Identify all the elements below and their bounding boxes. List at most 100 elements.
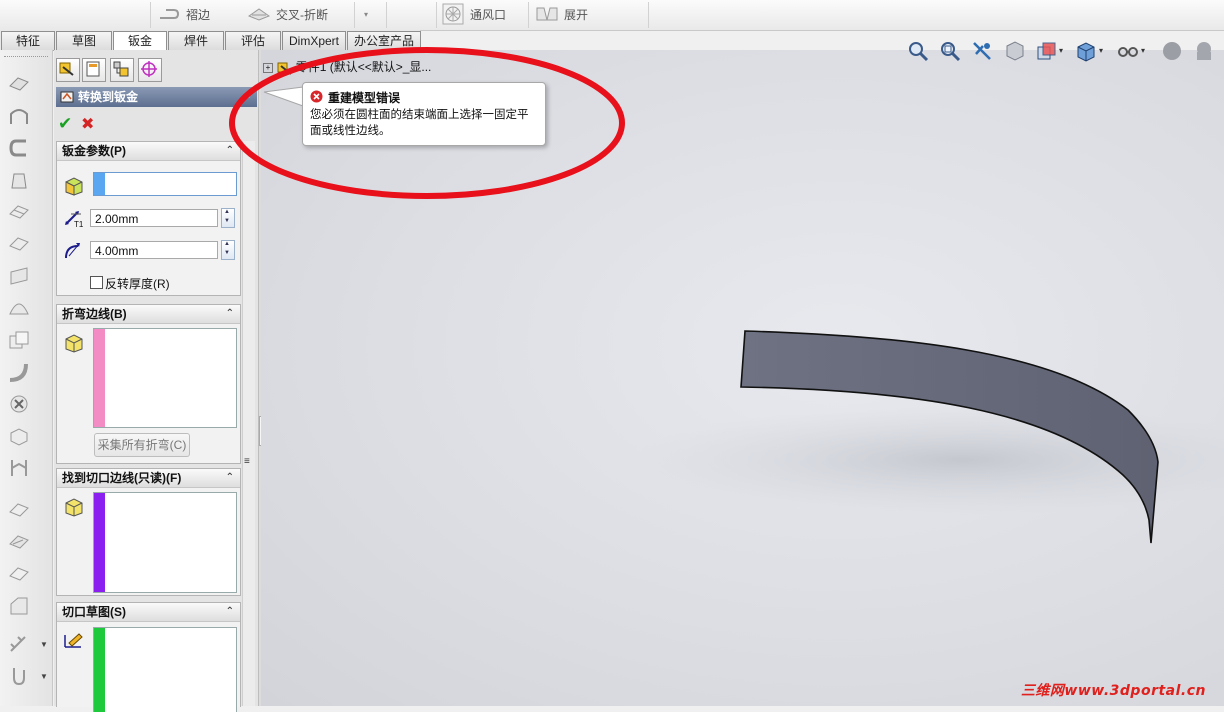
panel-scrollbar[interactable] [242, 141, 255, 706]
break-corner-icon[interactable] [8, 500, 30, 520]
cross-break-button[interactable]: 交叉-折断 [248, 4, 328, 24]
thickness-input[interactable]: 2.00mm [90, 209, 218, 227]
hide-show-items-icon[interactable] [1117, 40, 1139, 62]
property-manager-title: 转换到钣金 ▾ [56, 87, 257, 107]
unfold-button[interactable]: 展开 [536, 4, 588, 24]
command-toolbar: 褶边 交叉-折断 ▾ 通风口 展开 [0, 0, 1224, 31]
toolbar-separator [648, 2, 649, 28]
rip-edges-list[interactable] [93, 492, 237, 593]
welded-corner-icon[interactable] [8, 564, 30, 584]
configuration-manager-tab[interactable] [110, 58, 134, 82]
collapse-icon[interactable]: ⌃ [226, 469, 234, 487]
jog-icon[interactable] [8, 234, 30, 254]
feature-manager-tab[interactable] [56, 58, 80, 82]
convert-solid-icon[interactable] [8, 330, 30, 350]
lofted-bend-icon[interactable] [8, 170, 30, 190]
toolbar-separator [528, 2, 529, 28]
miter-flange-icon[interactable] [8, 106, 30, 126]
previous-view-icon[interactable] [971, 40, 993, 62]
no-bends-icon[interactable] [8, 394, 30, 414]
tab-sheet-metal[interactable]: 钣金 [113, 31, 167, 51]
toolbar-separator [386, 2, 387, 28]
forming-tool-icon[interactable] [8, 298, 30, 318]
section-view-icon[interactable] [1003, 40, 1025, 62]
chevron-down-icon[interactable]: ▼ [40, 672, 48, 681]
tab-features[interactable]: 特征 [1, 31, 55, 50]
reverse-thickness-checkbox[interactable] [90, 276, 103, 289]
sketched-bend-icon[interactable] [8, 202, 30, 222]
list-color-bar [94, 493, 105, 592]
edge-flange-icon[interactable] [8, 138, 30, 158]
cross-break-icon [248, 8, 270, 21]
rip-sketch-group: 切口草图(S) ⌃ [56, 602, 241, 712]
display-style-icon[interactable] [1075, 40, 1097, 62]
group-header-text: 钣金参数(P) [62, 144, 126, 158]
ok-button[interactable]: ✔ [58, 114, 72, 134]
fixed-face-selection-box[interactable] [93, 172, 237, 196]
unfold-icon [536, 7, 558, 21]
list-color-bar [94, 329, 105, 427]
bend-radius-input[interactable]: 4.00mm [90, 241, 218, 259]
scene-icon[interactable] [1193, 40, 1215, 62]
property-sheet-icon [86, 61, 100, 77]
rip-edges-header[interactable]: 找到切口边线(只读)(F) ⌃ [57, 469, 240, 488]
group-header-text: 折弯边线(B) [62, 307, 127, 321]
rolled-bend-icon[interactable] [8, 362, 30, 382]
vent-button[interactable]: 通风口 [442, 3, 507, 25]
toolbar-dropdown[interactable]: ▾ [364, 4, 368, 24]
rip-sketch-list[interactable] [93, 627, 237, 712]
collapse-icon[interactable]: ⌃ [226, 305, 234, 323]
chevron-down-icon[interactable]: ▾ [1099, 46, 1103, 55]
hem-icon [160, 9, 180, 19]
zoom-to-fit-icon[interactable] [907, 40, 929, 62]
chevron-down-icon[interactable]: ▾ [1141, 46, 1145, 55]
sheet-metal-tool-strip: ▼ ▼ [0, 50, 53, 706]
rip-edge-icon [65, 498, 83, 517]
unfold-label: 展开 [564, 7, 589, 22]
vent-icon [442, 3, 464, 25]
zoom-to-area-icon[interactable] [939, 40, 961, 62]
rip-sketch-header[interactable]: 切口草图(S) ⌃ [57, 603, 240, 622]
hem-button[interactable]: 褶边 [158, 4, 210, 24]
bend-edges-header[interactable]: 折弯边线(B) ⌃ [57, 305, 240, 324]
fixed-face-icon [65, 177, 83, 196]
thickness-icon-label: T1 [74, 220, 84, 229]
bend-edges-list[interactable] [93, 328, 237, 428]
chevron-down-icon: ▾ [364, 9, 369, 19]
base-flange-icon[interactable] [8, 72, 30, 92]
tab-sketch[interactable]: 草图 [56, 31, 112, 50]
selection-color-bar [94, 173, 105, 195]
property-manager-tab[interactable] [82, 58, 106, 82]
collect-all-bends-button[interactable]: 采集所有折弯(C) [94, 433, 190, 457]
hem-label: 褶边 [186, 7, 211, 22]
collapse-icon[interactable]: ⌃ [226, 603, 234, 621]
sheet-metal-gusset-icon[interactable] [8, 634, 30, 654]
flat-sheet-icon[interactable] [8, 266, 30, 286]
cancel-button[interactable]: ✖ [81, 114, 94, 134]
bend-radius-spinner[interactable] [221, 240, 235, 260]
sheet-metal-parameters-header[interactable]: 钣金参数(P) ⌃ [57, 142, 240, 161]
swept-flange-icon[interactable] [8, 666, 30, 686]
tab-weldments[interactable]: 焊件 [168, 31, 224, 50]
panel-resize-grip[interactable]: ≡ [244, 456, 250, 467]
thickness-spinner[interactable] [221, 208, 235, 228]
annotation-red-circle [229, 47, 625, 199]
bend-edge-icon [65, 334, 83, 353]
appearance-icon[interactable] [1161, 40, 1183, 62]
view-orientation-icon[interactable] [1035, 40, 1057, 62]
vent-label: 通风口 [470, 7, 507, 22]
group-header-text: 找到切口边线(只读)(F) [62, 471, 182, 485]
property-manager-title-text: 转换到钣金 [78, 90, 139, 104]
chevron-down-icon[interactable]: ▾ [1059, 46, 1063, 55]
closed-corner-icon[interactable] [8, 532, 30, 552]
chevron-down-icon[interactable]: ▼ [40, 640, 48, 649]
insert-bends-icon[interactable] [8, 426, 30, 446]
rip-edges-group: 找到切口边线(只读)(F) ⌃ [56, 468, 241, 596]
corner-trim-icon[interactable] [8, 596, 30, 616]
rip-icon[interactable] [8, 458, 30, 478]
toolbar-separator [354, 2, 355, 28]
strip-grip[interactable] [4, 56, 48, 59]
list-color-bar [94, 628, 105, 712]
toolbar-separator [436, 2, 437, 28]
dimxpert-manager-tab[interactable] [138, 58, 162, 82]
